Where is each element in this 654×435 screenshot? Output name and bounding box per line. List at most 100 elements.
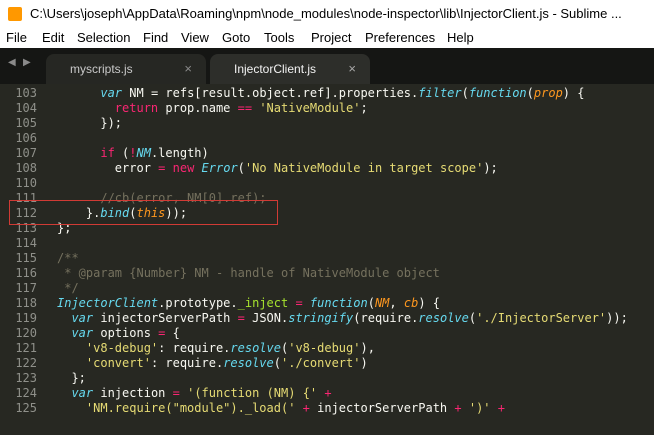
code-line[interactable]: 104 return prop.name == 'NativeModule';	[0, 101, 654, 116]
code-token: ,	[389, 296, 404, 310]
code-token: return	[114, 101, 159, 115]
menu-find[interactable]: Find	[143, 27, 168, 48]
menu-project[interactable]: Project	[311, 27, 351, 48]
highlight-annotation-box	[9, 200, 278, 225]
code-line[interactable]: 107 if (!NM.length)	[0, 146, 654, 161]
code-token: (	[114, 146, 130, 160]
code-token: !	[129, 146, 137, 160]
code-line[interactable]: 122 'convert': require.resolve('./conver…	[0, 356, 654, 371]
menu-tools[interactable]: Tools	[264, 27, 294, 48]
code-token: error	[57, 161, 159, 175]
code-line[interactable]: 103 var NM = refs[result.object.ref].pro…	[0, 86, 654, 101]
code-line[interactable]: 114	[0, 236, 654, 251]
code-token: injection	[93, 386, 173, 400]
code-line[interactable]: 105 });	[0, 116, 654, 131]
code-token: resolve	[418, 311, 469, 325]
code-token: ) {	[418, 296, 440, 310]
code-line[interactable]: 115 /**	[0, 251, 654, 266]
code-line[interactable]: 119 var injectorServerPath = JSON.string…	[0, 311, 654, 326]
code-token: (	[273, 356, 281, 370]
tab-nav-left-icon[interactable]: ◀	[8, 57, 16, 68]
code-token: var	[71, 311, 94, 325]
code-text: var injection = '(function (NM) {' +	[57, 386, 331, 401]
code-line[interactable]: 120 var options = {	[0, 326, 654, 341]
line-number: 114	[15, 236, 37, 250]
menu-view[interactable]: View	[181, 27, 209, 48]
code-line[interactable]: 110	[0, 176, 654, 191]
code-text: var NM = refs[result.object.ref].propert…	[57, 86, 584, 101]
line-number: 122	[15, 356, 37, 370]
code-text: 'NM.require("module")._load(' + injector…	[57, 401, 505, 416]
line-number: 108	[15, 161, 37, 175]
code-text: });	[57, 116, 122, 131]
menu-preferences[interactable]: Preferences	[365, 27, 435, 48]
code-token: });	[57, 116, 123, 130]
tab-close-icon[interactable]: ×	[184, 54, 192, 84]
code-token: './InjectorServer'	[476, 311, 607, 325]
tab-injectorclient[interactable]: InjectorClient.js ×	[210, 54, 370, 84]
code-token: =	[172, 386, 180, 400]
menu-edit[interactable]: Edit	[42, 27, 64, 48]
tab-myscripts[interactable]: myscripts.js ×	[46, 54, 206, 84]
menu-file[interactable]: File	[6, 27, 27, 48]
code-line[interactable]: 116 * @param {Number} NM - handle of Nat…	[0, 266, 654, 281]
code-text: * @param {Number} NM - handle of NativeM…	[57, 266, 440, 281]
tab-close-icon[interactable]: ×	[348, 54, 356, 84]
code-editor[interactable]: 103 var NM = refs[result.object.ref].pro…	[0, 84, 654, 435]
line-number: 105	[15, 116, 37, 130]
code-line[interactable]: 108 error = new Error('No NativeModule i…	[0, 161, 654, 176]
code-line[interactable]: 124 var injection = '(function (NM) {' +	[0, 386, 654, 401]
code-token: NM = refs[result.object.ref].properties.	[122, 86, 419, 100]
code-token: JSON.	[244, 311, 289, 325]
code-token: cb	[403, 296, 419, 310]
code-token: (	[367, 296, 375, 310]
tab-nav-right-icon[interactable]: ▶	[23, 57, 31, 68]
code-line[interactable]: 125 'NM.require("module")._load(' + inje…	[0, 401, 654, 416]
code-token: +	[454, 401, 462, 415]
line-number: 115	[15, 251, 37, 265]
code-token: =	[295, 296, 303, 310]
code-token: Error	[201, 161, 238, 175]
code-line[interactable]: 106	[0, 131, 654, 146]
code-token: * @param {Number} NM - handle of NativeM…	[57, 266, 440, 280]
line-number: 107	[15, 146, 37, 160]
code-token: prop	[533, 86, 563, 100]
code-token: NM	[374, 296, 390, 310]
code-token: .length)	[150, 146, 209, 160]
menu-help[interactable]: Help	[447, 27, 474, 48]
code-token: function	[309, 296, 368, 310]
tab-bar: ◀ ▶ myscripts.js × InjectorClient.js ×	[0, 48, 654, 84]
code-token: new	[172, 161, 195, 175]
code-token: './convert'	[281, 356, 361, 370]
code-token: filter	[418, 86, 462, 100]
code-token: InjectorClient	[57, 296, 159, 310]
code-token: resolve	[230, 341, 281, 355]
code-line[interactable]: 117 */	[0, 281, 654, 296]
code-token: options	[93, 326, 159, 340]
code-line[interactable]: 121 'v8-debug': require.resolve('v8-debu…	[0, 341, 654, 356]
code-token: NM	[136, 146, 151, 160]
code-token: {	[165, 326, 180, 340]
code-text: if (!NM.length)	[57, 146, 209, 161]
code-line[interactable]: 123 };	[0, 371, 654, 386]
code-token: ) {	[562, 86, 585, 100]
code-text: InjectorClient.prototype._inject = funct…	[57, 296, 440, 311]
code-token: */	[57, 281, 79, 295]
menu-selection[interactable]: Selection	[77, 27, 130, 48]
line-number: 106	[15, 131, 37, 145]
menu-goto[interactable]: Goto	[222, 27, 250, 48]
code-token: (	[237, 161, 245, 175]
sublime-app-icon	[8, 7, 22, 21]
code-line[interactable]: 118 InjectorClient.prototype._inject = fu…	[0, 296, 654, 311]
code-token: ;	[360, 101, 368, 115]
